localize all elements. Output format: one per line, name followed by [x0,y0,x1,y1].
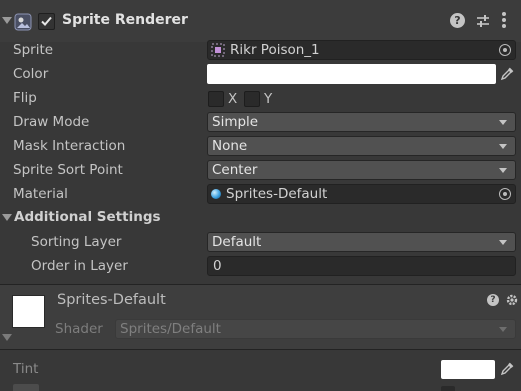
tint-label: Tint [13,361,39,377]
sprite-label: Sprite [13,42,54,58]
material-help-icon[interactable]: ? [487,294,499,306]
chevron-down-icon [499,120,507,125]
chevron-down-icon [499,144,507,149]
chevron-down-icon [499,327,507,332]
draw-mode-label: Draw Mode [13,114,90,130]
tint-color-swatch[interactable] [441,360,495,379]
flip-y-checkbox[interactable] [244,91,260,107]
presets-icon[interactable] [475,13,491,33]
sorting-layer-dropdown[interactable]: Default [207,232,516,252]
material-value: Sprites-Default [226,186,328,202]
sprite-renderer-icon [14,13,32,31]
cutoff-row-control [441,386,455,391]
collapse-arrow-icon[interactable] [2,17,12,24]
draw-mode-value: Simple [212,114,259,130]
material-divider [0,349,521,350]
mask-interaction-dropdown[interactable]: None [207,136,516,156]
enable-checkbox[interactable] [38,13,55,30]
flip-x-label: X [228,91,238,107]
material-settings-icon[interactable] [505,293,519,311]
sprite-sort-point-value: Center [212,162,258,178]
sorting-layer-label: Sorting Layer [31,234,122,250]
material-label: Material [13,186,68,202]
tint-eyedropper-icon[interactable] [500,362,514,380]
mask-interaction-label: Mask Interaction [13,138,126,154]
component-title: Sprite Renderer [62,12,188,28]
help-icon[interactable]: ? [450,13,465,28]
sprite-sort-point-label: Sprite Sort Point [13,162,123,178]
sorting-layer-value: Default [212,234,262,250]
object-picker-dot [503,48,507,52]
mask-interaction-value: None [212,138,248,154]
material-field[interactable]: Sprites-Default [207,184,516,204]
additional-settings-header[interactable]: Additional Settings [14,209,161,225]
sprite-object-picker[interactable] [497,42,513,58]
order-in-layer-input[interactable]: 0 [207,256,516,276]
material-name: Sprites-Default [57,292,166,308]
object-picker-dot [503,192,507,196]
material-preview-swatch [12,295,45,328]
material-sphere-icon [211,189,221,199]
context-menu-icon[interactable] [502,12,506,28]
order-in-layer-value: 0 [213,258,222,274]
cutoff-row-label [13,384,43,391]
chevron-down-icon [499,240,507,245]
draw-mode-dropdown[interactable]: Simple [207,112,516,132]
eyedropper-icon[interactable] [500,67,514,85]
shader-label: Shader [55,321,103,337]
order-in-layer-label: Order in Layer [31,258,128,274]
shader-value: Sprites/Default [120,321,221,337]
material-object-picker[interactable] [497,186,513,202]
flip-x-checkbox[interactable] [208,91,224,107]
sprite-value: Rikr Poison_1 [230,42,320,58]
chevron-down-icon [499,168,507,173]
flip-y-label: Y [264,91,273,107]
material-foldout-icon[interactable] [2,334,12,341]
flip-label: Flip [13,90,37,106]
color-label: Color [13,66,49,82]
checkmark-icon [41,16,52,26]
shader-dropdown: Sprites/Default [115,319,516,339]
additional-settings-foldout-icon[interactable] [2,214,12,221]
sprite-sort-point-dropdown[interactable]: Center [207,160,516,180]
color-swatch[interactable] [207,64,496,84]
sprite-asset-icon [211,43,225,61]
sprite-field[interactable]: Rikr Poison_1 [207,40,516,60]
